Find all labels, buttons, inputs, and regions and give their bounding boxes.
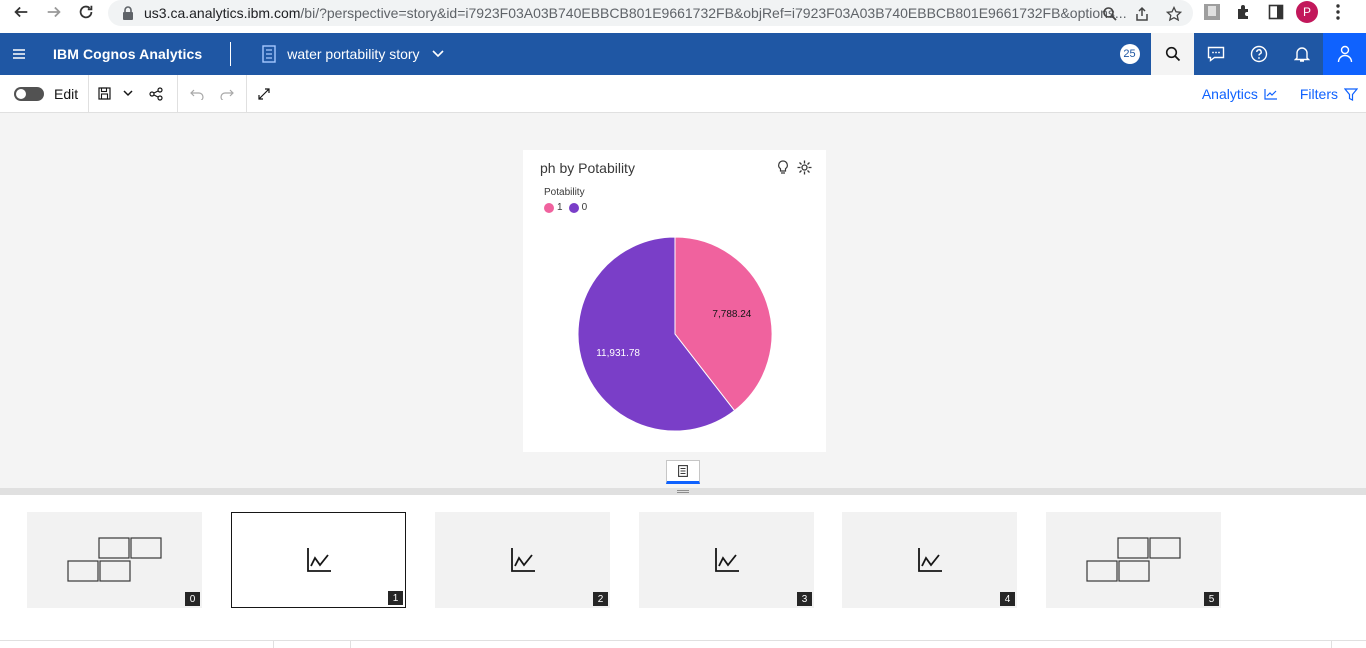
- chart-legend: 1 0: [544, 202, 587, 213]
- url-path: /bi/?perspective=story&id=i7923F03A03B74…: [300, 5, 1127, 21]
- app-header: IBM Cognos Analytics water portability s…: [0, 33, 1366, 75]
- chevron-down-icon[interactable]: [431, 50, 444, 58]
- timeline-divider: [273, 641, 274, 648]
- share-network-icon[interactable]: [141, 75, 171, 113]
- edit-mode-toggle[interactable]: [14, 86, 44, 101]
- scene-thumbnail-0[interactable]: 0: [27, 512, 202, 608]
- browser-profile-avatar[interactable]: P: [1296, 1, 1318, 23]
- help-icon[interactable]: [1237, 33, 1280, 75]
- splitter-grip-icon[interactable]: [677, 490, 689, 493]
- line-chart-icon: [1264, 89, 1277, 100]
- legend-title: Potability: [544, 187, 585, 198]
- data-label-1: 7,788.24: [712, 309, 751, 320]
- extension-avatar-icon[interactable]: [1200, 0, 1224, 24]
- scenes-strip: 0 1 2 3 4 5: [0, 495, 1366, 640]
- scene-number: 1: [388, 591, 403, 605]
- bookmark-star-icon[interactable]: [1163, 3, 1185, 25]
- line-chart-icon: [435, 512, 610, 608]
- scene-thumbnail-4[interactable]: 4: [842, 512, 1017, 608]
- fullscreen-expand-icon[interactable]: [249, 75, 279, 113]
- panel-splitter[interactable]: [0, 488, 1366, 495]
- scene-panel-toggle[interactable]: [666, 460, 700, 484]
- header-divider: [230, 42, 232, 66]
- toolbar-divider: [177, 74, 179, 113]
- share-icon[interactable]: [1131, 3, 1153, 25]
- forward-arrow-icon[interactable]: [38, 0, 70, 24]
- story-title: water portability story: [287, 46, 420, 62]
- filter-funnel-icon: [1344, 87, 1358, 101]
- scene-thumbnail-1[interactable]: 1: [231, 512, 406, 608]
- zoom-icon[interactable]: [1099, 3, 1121, 25]
- url-host: us3.ca.analytics.ibm.com: [144, 5, 301, 21]
- scene-number: 3: [797, 592, 812, 606]
- scene-thumbnail-2[interactable]: 2: [435, 512, 610, 608]
- save-icon[interactable]: [89, 75, 119, 113]
- scene-number: 4: [1000, 592, 1015, 606]
- back-arrow-icon[interactable]: [5, 0, 37, 24]
- redo-icon[interactable]: [212, 75, 242, 113]
- filters-label: Filters: [1299, 86, 1338, 102]
- layout-template-icon: [27, 512, 202, 608]
- user-profile-icon[interactable]: [1323, 33, 1366, 75]
- badge-count: 25: [1119, 44, 1140, 64]
- scene-number: 0: [185, 592, 200, 606]
- timeline-divider: [350, 641, 351, 648]
- timeline-bar: [0, 640, 1366, 648]
- scene-thumbnail-3[interactable]: 3: [639, 512, 814, 608]
- browser-toolbar: us3.ca.analytics.ibm.com/bi/?perspective…: [0, 0, 1366, 33]
- legend-swatch: [544, 202, 554, 213]
- scene-number: 5: [1204, 592, 1219, 606]
- undo-icon[interactable]: [182, 75, 212, 113]
- notification-count-badge[interactable]: 25: [1108, 33, 1151, 75]
- chat-icon[interactable]: [1194, 33, 1237, 75]
- line-chart-icon: [232, 513, 405, 607]
- analytics-button[interactable]: Analytics: [1202, 86, 1278, 102]
- scene-number: 2: [593, 592, 608, 606]
- story-canvas: 7,788.24 11,931.78 ph by Potability Potab…: [0, 113, 1366, 488]
- legend-item[interactable]: 1: [544, 202, 563, 213]
- chart-card[interactable]: 7,788.24 11,931.78 ph by Potability Potab…: [523, 150, 826, 452]
- chart-title: ph by Potability: [540, 160, 635, 176]
- lightbulb-insights-icon[interactable]: [777, 160, 789, 180]
- side-panel-icon[interactable]: [1264, 0, 1288, 24]
- legend-swatch: [568, 202, 579, 213]
- hamburger-menu-icon[interactable]: [0, 33, 38, 75]
- story-selector[interactable]: water portability story: [261, 45, 444, 63]
- scene-thumbnail-5[interactable]: 5: [1046, 512, 1221, 608]
- timeline-divider: [1331, 641, 1332, 648]
- analytics-label: Analytics: [1201, 86, 1258, 102]
- extensions-puzzle-icon[interactable]: [1232, 0, 1256, 24]
- notification-bell-icon[interactable]: [1280, 33, 1323, 75]
- toolbar-divider: [246, 74, 248, 113]
- document-list-icon: [678, 465, 688, 477]
- legend-label: 1: [557, 202, 563, 213]
- story-document-icon: [262, 45, 276, 63]
- search-icon[interactable]: [1151, 33, 1194, 75]
- lock-icon: [123, 6, 133, 20]
- reload-icon[interactable]: [70, 0, 102, 24]
- layout-template-icon: [1046, 512, 1221, 608]
- data-label-0: 11,931.78: [596, 348, 640, 359]
- address-bar[interactable]: us3.ca.analytics.ibm.com/bi/?perspective…: [108, 0, 1193, 26]
- legend-label: 0: [581, 202, 588, 213]
- legend-item[interactable]: 0: [568, 202, 588, 213]
- line-chart-icon: [639, 512, 814, 608]
- edit-label: Edit: [54, 85, 79, 102]
- brand-title[interactable]: IBM Cognos Analytics: [53, 46, 202, 62]
- kebab-menu-icon[interactable]: [1326, 0, 1350, 24]
- line-chart-icon: [842, 512, 1017, 608]
- visualization-settings-icon[interactable]: [797, 160, 812, 180]
- filters-button[interactable]: Filters: [1300, 86, 1358, 102]
- story-toolbar: Edit Analytics Filters: [0, 74, 1366, 113]
- save-options-chevron-icon[interactable]: [119, 75, 137, 113]
